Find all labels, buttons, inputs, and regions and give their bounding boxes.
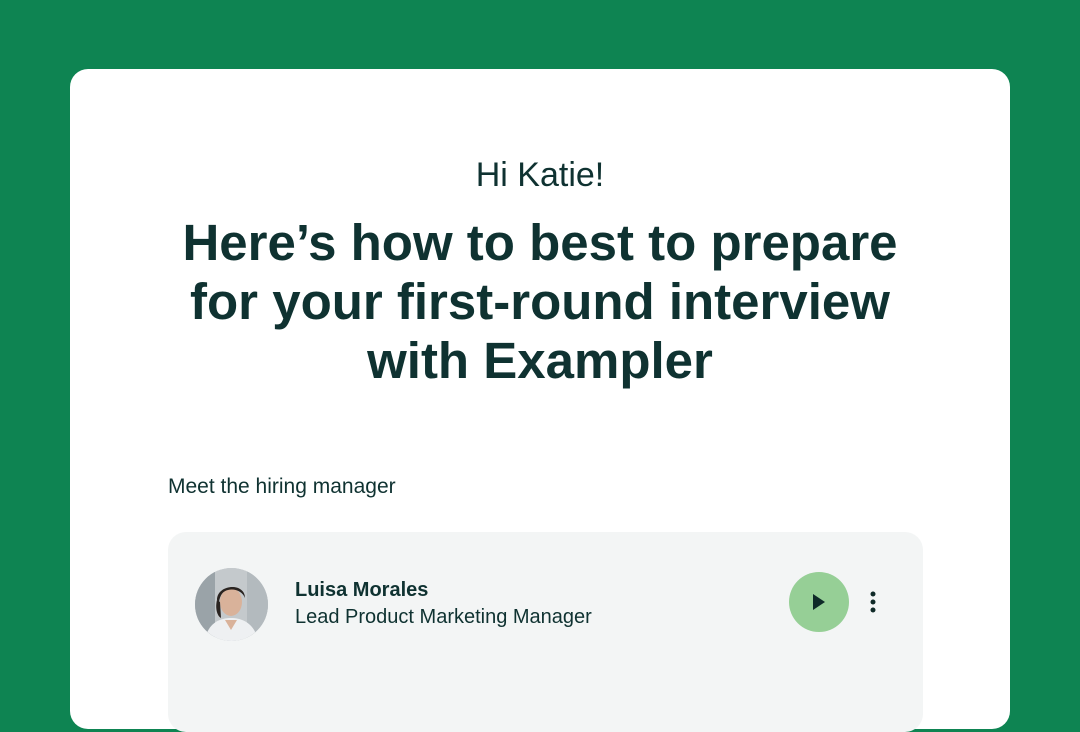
avatar-photo bbox=[195, 568, 268, 641]
hiring-manager-card: Luisa Morales Lead Product Marketing Man… bbox=[168, 532, 923, 732]
more-vertical-icon bbox=[870, 591, 876, 613]
play-icon bbox=[813, 594, 825, 610]
greeting: Hi Katie! bbox=[475, 156, 605, 194]
headline-line: with Exampler bbox=[367, 332, 713, 389]
interview-prep-card: Hi Katie! Here’s how to best to prepare … bbox=[70, 69, 1010, 732]
manager-name: Luisa Morales bbox=[295, 579, 429, 601]
avatar bbox=[195, 568, 268, 641]
headline-line: Here’s how to best to prepare bbox=[182, 214, 898, 271]
headline-line: for your first-round interview bbox=[190, 273, 890, 330]
section-label: Meet the hiring manager bbox=[168, 475, 396, 498]
manager-title: Lead Product Marketing Manager bbox=[295, 606, 592, 628]
more-options-button[interactable] bbox=[862, 584, 884, 620]
play-button[interactable] bbox=[789, 572, 849, 632]
page-headline: Here’s how to best to prepare for your f… bbox=[70, 213, 1010, 390]
